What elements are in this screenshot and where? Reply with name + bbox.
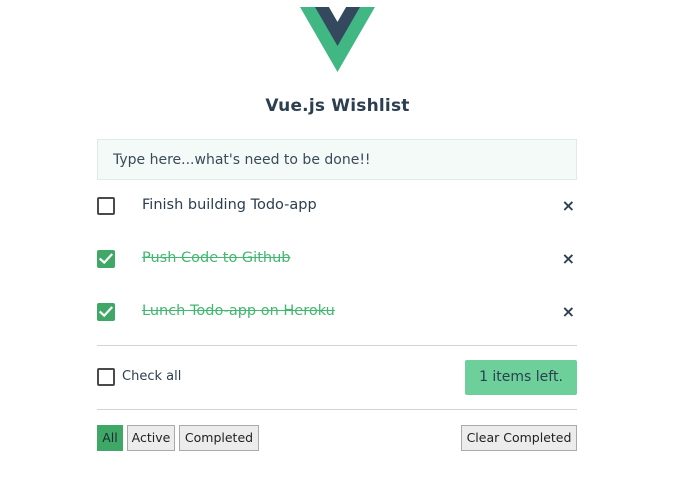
- items-left-badge: 1 items left.: [465, 360, 577, 395]
- remove-todo-icon[interactable]: ×: [562, 250, 575, 268]
- todo-label[interactable]: Push Code to Github: [142, 250, 290, 266]
- vue-logo-icon: [300, 7, 375, 72]
- todo-label[interactable]: Lunch Todo-app on Heroku: [142, 303, 335, 319]
- remove-todo-icon[interactable]: ×: [562, 303, 575, 321]
- checkmark-icon: [99, 253, 113, 265]
- clear-completed-button[interactable]: Clear Completed: [461, 425, 577, 451]
- todo-checkbox[interactable]: [97, 250, 115, 268]
- todo-app: Vue.js Wishlist Finish building Todo-app…: [0, 0, 699, 479]
- filter-active-button[interactable]: Active: [127, 425, 175, 451]
- divider: [97, 345, 577, 346]
- todo-item: Push Code to Github ×: [97, 244, 577, 274]
- page-title: Vue.js Wishlist: [265, 96, 410, 116]
- filter-all-button[interactable]: All: [97, 425, 123, 451]
- todo-item: Lunch Todo-app on Heroku ×: [97, 297, 577, 327]
- new-todo-input[interactable]: [97, 139, 577, 180]
- check-all-checkbox[interactable]: [97, 368, 115, 386]
- divider: [97, 409, 577, 410]
- remove-todo-icon[interactable]: ×: [562, 197, 575, 215]
- todo-checkbox[interactable]: [97, 197, 115, 215]
- check-all-label: Check all: [122, 369, 182, 384]
- filter-completed-button[interactable]: Completed: [179, 425, 259, 451]
- checkmark-icon: [99, 306, 113, 318]
- todo-item: Finish building Todo-app ×: [97, 191, 577, 221]
- todo-checkbox[interactable]: [97, 303, 115, 321]
- todo-label[interactable]: Finish building Todo-app: [142, 197, 317, 213]
